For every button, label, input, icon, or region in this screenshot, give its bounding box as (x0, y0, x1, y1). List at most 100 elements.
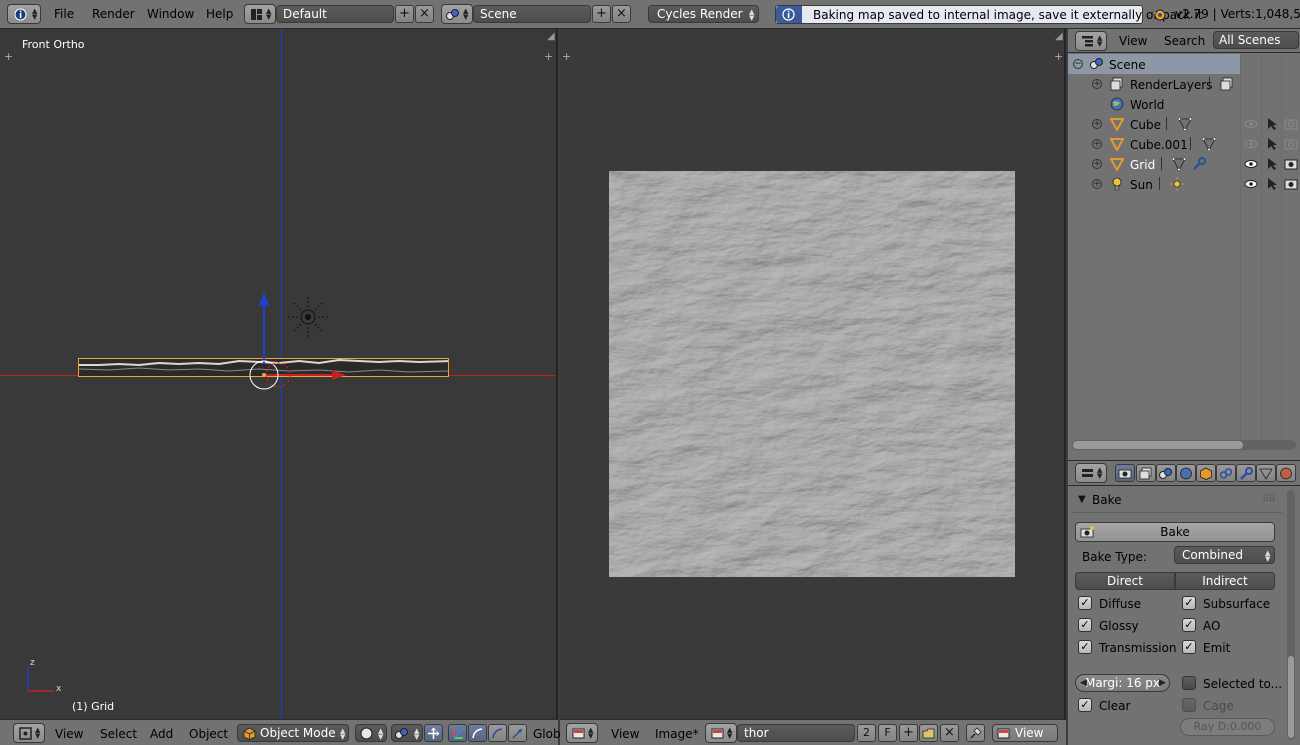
tab-render-layers[interactable] (1136, 464, 1156, 482)
scene-remove-button[interactable]: × (612, 5, 631, 23)
subsurface-checkbox[interactable]: ✓ (1182, 596, 1196, 610)
diffuse-checkbox[interactable]: ✓ (1078, 596, 1092, 610)
area-corner-icon[interactable]: ◢ (1055, 31, 1063, 42)
outliner-row-cube-001[interactable]: + Cube.001 (1068, 134, 1300, 154)
menu-view[interactable]: View (611, 727, 639, 741)
viewport-shading-select[interactable]: ▲ ▼ (355, 724, 387, 742)
selectable-cursor-icon[interactable] (1266, 117, 1278, 131)
menu-help[interactable]: Help (206, 7, 233, 21)
menu-object[interactable]: Object (189, 727, 228, 741)
scale-manipulator-button[interactable] (488, 724, 507, 742)
renderable-camera-icon[interactable] (1284, 158, 1298, 170)
layout-remove-button[interactable]: × (415, 5, 434, 23)
uv-image-editor[interactable]: ◢ + + (560, 29, 1066, 719)
fake-user-toggle[interactable]: F (878, 724, 897, 742)
layout-add-button[interactable]: + (395, 5, 414, 23)
bake-margin-field[interactable]: ◀ Margi: 16 px ▶ (1075, 674, 1170, 692)
outliner-display-mode-select[interactable]: All Scenes (1213, 31, 1299, 49)
interaction-mode-select[interactable]: Object Mode ▲ ▼ (237, 724, 349, 742)
properties-scrollbar-thumb[interactable] (1288, 656, 1294, 738)
new-image-button[interactable]: + (899, 724, 918, 742)
layout-browse-button[interactable]: ▲ ▼ (244, 4, 276, 24)
menu-file[interactable]: File (54, 7, 74, 21)
manipulator-toggle-button[interactable] (424, 724, 443, 742)
tab-scene[interactable] (1156, 464, 1176, 482)
baked-image-canvas[interactable] (609, 171, 1015, 577)
3d-viewport[interactable]: Front Ortho ◢ + + z x (1) Grid (0, 29, 558, 719)
expand-icon[interactable]: + (1092, 159, 1102, 169)
sun-lamp-icon[interactable] (286, 295, 330, 339)
tab-direct[interactable]: Direct (1075, 572, 1175, 590)
unlink-image-button[interactable]: × (940, 724, 959, 742)
expand-icon[interactable]: + (1092, 119, 1102, 129)
open-image-button[interactable] (919, 724, 938, 742)
menu-add[interactable]: Add (150, 727, 173, 741)
outliner-row-grid[interactable]: + Grid (1068, 154, 1300, 174)
outliner-row-cube[interactable]: + Cube (1068, 114, 1300, 134)
outliner-scrollbar-thumb[interactable] (1073, 441, 1243, 449)
editor-type-button[interactable]: ▲ ▼ (13, 723, 45, 743)
visibility-eye-icon[interactable] (1244, 159, 1258, 169)
bake-panel-header[interactable]: ▼ Bake ⠿⠿ (1074, 492, 1284, 512)
tool-shelf-plus-icon[interactable]: + (4, 50, 13, 63)
outliner-row-world[interactable]: World (1068, 94, 1300, 114)
pin-image-button[interactable] (966, 724, 985, 742)
tool-shelf-plus-icon[interactable]: + (562, 50, 571, 63)
transmission-checkbox[interactable]: ✓ (1078, 640, 1092, 654)
menu-view[interactable]: View (1119, 34, 1147, 48)
editor-type-button[interactable]: ▲ ▼ (1075, 31, 1107, 51)
image-name-field[interactable]: thor (737, 724, 855, 742)
scene-browse-button[interactable]: ▲ ▼ (441, 4, 473, 24)
image-view-mode-select[interactable]: View (992, 724, 1058, 742)
scene-name-field[interactable]: Scene (473, 5, 591, 23)
outliner-row-renderlayers[interactable]: + RenderLayers (1068, 74, 1300, 94)
properties-shelf-plus-icon[interactable]: + (544, 50, 553, 63)
renderable-camera-icon[interactable] (1284, 138, 1298, 150)
rotate-manipulator-button[interactable] (468, 724, 487, 742)
selectable-cursor-icon[interactable] (1266, 137, 1278, 151)
report-message[interactable]: Baking map saved to internal image, save… (775, 5, 1202, 24)
menu-render[interactable]: Render (92, 7, 135, 21)
visibility-eye-icon[interactable] (1244, 119, 1258, 129)
scene-add-button[interactable]: + (592, 5, 611, 23)
tab-material[interactable] (1276, 464, 1296, 482)
tab-object[interactable] (1196, 464, 1216, 482)
image-browse-button[interactable]: ▲ ▼ (705, 723, 737, 743)
editor-type-button[interactable]: ▲ ▼ (566, 723, 598, 743)
panel-drag-handle-icon[interactable]: ⠿⠿ (1262, 494, 1276, 505)
renderable-camera-icon[interactable] (1284, 178, 1298, 190)
emit-checkbox[interactable]: ✓ (1182, 640, 1196, 654)
layout-name-field[interactable]: Default (276, 5, 394, 23)
outliner-row-sun[interactable]: + Sun (1068, 174, 1300, 194)
glossy-checkbox[interactable]: ✓ (1078, 618, 1092, 632)
menu-view[interactable]: View (55, 727, 83, 741)
transform-orientation-label[interactable]: Glob (533, 727, 561, 741)
editor-type-button[interactable]: ▲ ▼ (7, 4, 41, 24)
renderable-camera-icon[interactable] (1284, 118, 1298, 130)
pivot-point-select[interactable]: ▲ ▼ (391, 724, 423, 742)
ao-checkbox[interactable]: ✓ (1182, 618, 1196, 632)
translate-manipulator-button[interactable] (448, 724, 467, 742)
bake-type-select[interactable]: Combined ▲ ▼ (1174, 546, 1275, 564)
selected-to-active-checkbox[interactable] (1182, 676, 1196, 690)
expand-icon[interactable]: + (1092, 139, 1102, 149)
tab-world[interactable] (1176, 464, 1196, 482)
menu-window[interactable]: Window (147, 7, 194, 21)
expand-icon[interactable]: + (1092, 79, 1102, 89)
bake-button[interactable]: Bake (1075, 522, 1275, 542)
properties-shelf-plus-icon[interactable]: + (1054, 50, 1063, 63)
render-engine-select[interactable]: Cycles Render ▲ ▼ (648, 5, 759, 23)
tab-constraints[interactable] (1216, 464, 1236, 482)
visibility-eye-icon[interactable] (1244, 139, 1258, 149)
image-users-count[interactable]: 2 (857, 724, 876, 742)
collapse-icon[interactable]: − (1073, 59, 1083, 69)
menu-image[interactable]: Image* (655, 727, 699, 741)
area-corner-icon[interactable]: ◢ (547, 31, 555, 42)
tab-modifiers[interactable] (1236, 464, 1256, 482)
selectable-cursor-icon[interactable] (1266, 157, 1278, 171)
increment-arrow-icon[interactable]: ▶ (1159, 675, 1166, 691)
transform-orientation-button[interactable] (508, 724, 527, 742)
outliner-scrollbar-track[interactable] (1072, 440, 1296, 450)
properties-scrollbar-track[interactable] (1287, 490, 1295, 740)
visibility-eye-icon[interactable] (1244, 179, 1258, 189)
